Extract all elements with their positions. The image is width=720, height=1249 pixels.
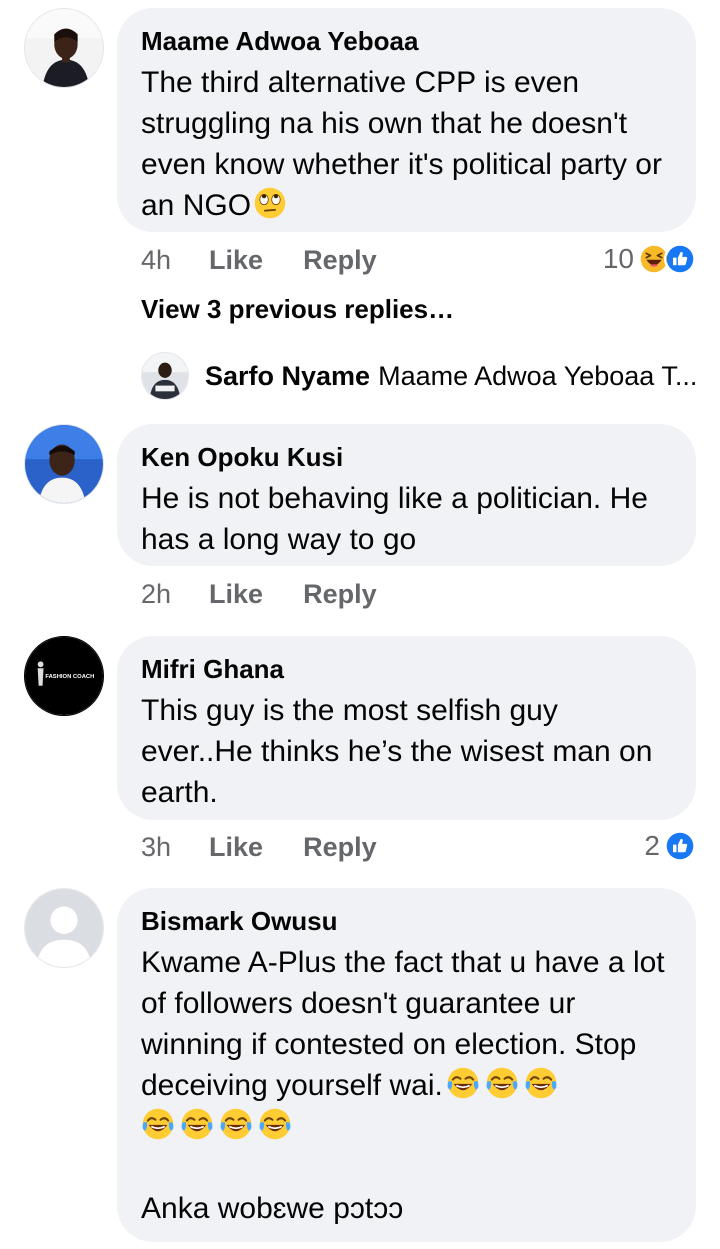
comment-text: The third alternative CPP is even strugg… (141, 62, 672, 226)
avatar-mifri[interactable]: FASHION COACH (24, 636, 104, 716)
comment-bubble[interactable]: Ken Opoku Kusi He is not behaving like a… (117, 424, 696, 566)
comment-bubble[interactable]: Maame Adwoa Yeboaa The third alternative… (117, 8, 696, 232)
reply-button[interactable]: Reply (303, 832, 377, 863)
tears-of-joy-icon (258, 1107, 292, 1141)
comment-text: Kwame A-Plus the fact that u have a lot … (141, 942, 672, 1229)
avatar-ken[interactable] (24, 424, 104, 504)
comment-time[interactable]: 4h (141, 245, 171, 276)
tears-of-joy-icon (485, 1066, 519, 1100)
avatar-bismark-default[interactable] (24, 888, 104, 968)
comment-bubble[interactable]: Mifri Ghana This guy is the most selfish… (117, 636, 696, 820)
reaction-count: 2 (644, 830, 660, 861)
comment-author[interactable]: Maame Adwoa Yeboaa (141, 26, 672, 56)
comment-time[interactable]: 3h (141, 832, 171, 863)
tears-of-joy-icon (219, 1107, 253, 1141)
comment-text-closing: Anka wobɛwe pɔtɔɔ (141, 1192, 404, 1225)
tears-of-joy-icon (180, 1107, 214, 1141)
tears-of-joy-icon (524, 1066, 558, 1100)
reply-snippet: Maame Adwoa Yeboaa T... (378, 360, 698, 391)
reply-button[interactable]: Reply (303, 579, 377, 610)
reaction-summary[interactable]: 2 (644, 830, 696, 862)
comment-text-body: The third alternative CPP is even strugg… (141, 66, 671, 222)
comment-time[interactable]: 2h (141, 579, 171, 610)
tears-of-joy-icon (446, 1066, 480, 1100)
like-button[interactable]: Like (209, 579, 263, 610)
reply-author[interactable]: Sarfo Nyame (205, 361, 370, 392)
comment-text: This guy is the most selfish guy ever..H… (141, 694, 661, 809)
latest-reply-preview[interactable]: Sarfo Nyame Maame Adwoa Yeboaa T... (141, 352, 697, 400)
comment-author[interactable]: Mifri Ghana (141, 654, 672, 684)
like-button[interactable]: Like (209, 245, 263, 276)
comment-bubble[interactable]: Bismark Owusu Kwame A-Plus the fact that… (117, 888, 696, 1242)
like-icon (664, 830, 696, 862)
reply-button[interactable]: Reply (303, 245, 377, 276)
avatar-maame[interactable] (24, 8, 104, 88)
comment-author[interactable]: Ken Opoku Kusi (141, 442, 672, 472)
face-rolling-eyes-icon (253, 186, 287, 220)
comment-text-body: Kwame A-Plus the fact that u have a lot … (141, 946, 673, 1102)
comment-actions: 2h Like Reply (141, 578, 417, 610)
like-button[interactable]: Like (209, 832, 263, 863)
view-previous-replies-link[interactable]: View 3 previous replies… (141, 294, 454, 325)
avatar-sarfo[interactable] (141, 352, 189, 400)
like-icon (664, 243, 696, 275)
reaction-summary[interactable]: 10 (603, 243, 696, 275)
comment-actions: 4h Like Reply (141, 244, 417, 276)
tears-of-joy-icon (141, 1107, 175, 1141)
comment-actions: 3h Like Reply (141, 831, 417, 863)
comment-text: He is not behaving like a politician. He… (141, 482, 657, 556)
avatar-logo-text: FASHION COACH (45, 674, 94, 680)
reaction-count: 10 (602, 243, 634, 274)
comment-author[interactable]: Bismark Owusu (141, 906, 672, 936)
